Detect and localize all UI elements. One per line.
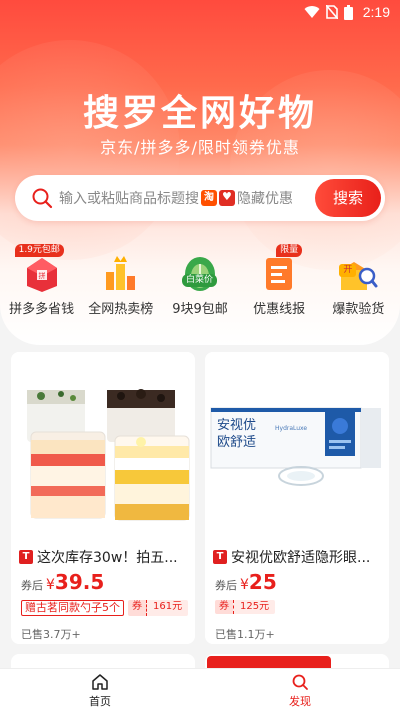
coupon-label: 券	[128, 600, 146, 616]
product-title[interactable]: T 这次库存30w！拍五...	[19, 547, 191, 567]
no-sim-icon	[325, 5, 338, 19]
category-label: 优惠线报	[253, 302, 306, 317]
tmall-icon: T	[213, 550, 227, 564]
battery-icon	[343, 4, 353, 20]
product-price: 券后 ¥ 25	[215, 570, 277, 594]
nav-label: 发现	[289, 694, 311, 708]
wifi-icon	[304, 6, 320, 19]
category-product-check[interactable]: 开 爆款验货	[319, 244, 397, 317]
gift-tag: 赠古茗同款勺子5个	[21, 600, 124, 616]
coupon-tag[interactable]: 券 161元	[128, 600, 189, 616]
category-badge: 1.9元包邮	[14, 244, 64, 257]
product-tags: 赠古茗同款勺子5个 券 161元	[21, 600, 189, 616]
search-placeholder-suffix: 隐藏优惠	[237, 191, 293, 207]
nav-discover[interactable]: 发现	[200, 669, 400, 712]
category-label: 全网热卖榜	[88, 302, 154, 317]
product-image[interactable]: 安视优 欧舒适 HydraLuxe	[205, 352, 389, 536]
category-deals-news[interactable]: 限量 优惠线报	[240, 244, 318, 317]
product-card[interactable]: 安视优 欧舒适 HydraLuxe T 安视优欧舒适隐形眼... 券后 ¥ 25…	[205, 352, 389, 644]
product-image[interactable]	[11, 352, 195, 536]
coupon-label: 券	[215, 600, 233, 614]
box-line-text: 欧舒适	[217, 435, 256, 450]
currency-symbol: ¥	[240, 577, 249, 593]
search-placeholder-text: 输入或粘贴商品标题搜	[59, 191, 199, 207]
search-button[interactable]: 搜索	[315, 179, 381, 217]
sold-count: 已售3.7万+	[21, 628, 81, 641]
nav-home[interactable]: 首页	[0, 669, 200, 712]
category-hot-ranking[interactable]: 全网热卖榜	[82, 244, 160, 317]
box-sub-text: HydraLuxe	[275, 425, 307, 432]
bottom-navigation: 首页 发现	[0, 668, 400, 712]
search-placeholder[interactable]: 输入或粘贴商品标题搜 淘 隐藏优惠	[59, 188, 293, 208]
product-title-text: 安视优欧舒适隐形眼...	[231, 550, 371, 566]
clock: 2:19	[362, 4, 390, 20]
box-brand-text: 安视优	[217, 418, 256, 433]
product-title[interactable]: T 安视优欧舒适隐形眼...	[213, 547, 385, 567]
svg-text:拼: 拼	[38, 271, 45, 280]
category-label: 9块9包邮	[172, 302, 228, 317]
search-bar[interactable]: 输入或粘贴商品标题搜 淘 隐藏优惠 搜索	[15, 175, 385, 221]
category-label: 爆款验货	[332, 302, 385, 317]
magnifier-box-icon: 开	[337, 252, 379, 294]
currency-symbol: ¥	[46, 577, 55, 593]
tmall-icon: T	[19, 550, 33, 564]
category-nine-nine[interactable]: 白菜价 9块9包邮	[161, 244, 239, 317]
search-icon	[32, 188, 53, 209]
price-prefix: 券后	[21, 579, 43, 592]
product-title-text: 这次库存30w！拍五...	[37, 550, 178, 566]
pinduoduo-icon	[219, 190, 235, 206]
price-prefix: 券后	[215, 579, 237, 592]
price-value: 25	[248, 570, 277, 594]
price-value: 39.5	[54, 570, 105, 594]
product-price: 券后 ¥ 39.5	[21, 570, 104, 594]
status-bar: 2:19	[0, 0, 400, 24]
taobao-icon: 淘	[201, 190, 217, 206]
pinduoduo-gift-icon: 拼 1.9元包邮	[14, 244, 64, 294]
coupon-value: 125元	[233, 600, 276, 614]
search-icon	[292, 674, 308, 690]
category-badge: 开	[339, 264, 357, 277]
category-row: 拼 1.9元包邮 拼多多省钱 全网热卖榜 白菜价 9块9包邮 限量 优惠线报 开…	[0, 244, 400, 317]
bar-chart-crown-icon	[100, 252, 142, 294]
home-icon	[92, 673, 108, 690]
product-card[interactable]: T 这次库存30w！拍五... 券后 ¥ 39.5 赠古茗同款勺子5个 券 16…	[11, 352, 195, 644]
sold-count: 已售1.1万+	[215, 628, 275, 641]
product-tags: 券 125元	[215, 600, 276, 614]
category-badge: 限量	[276, 244, 303, 257]
category-pinduoduo-save[interactable]: 拼 1.9元包邮 拼多多省钱	[3, 244, 81, 317]
hero-banner: 2:19 搜罗全网好物 京东/拼多多/限时领券优惠 输入或粘贴商品标题搜 淘 隐…	[0, 0, 400, 345]
category-label: 拼多多省钱	[9, 302, 75, 317]
nav-label: 首页	[89, 694, 111, 708]
page-subtitle: 京东/拼多多/限时领券优惠	[100, 138, 300, 157]
coupon-tag[interactable]: 券 125元	[215, 600, 276, 614]
coupon-value: 161元	[146, 600, 189, 616]
cabbage-icon: 白菜价	[179, 252, 221, 294]
page-title: 搜罗全网好物	[82, 93, 317, 134]
category-badge: 白菜价	[181, 274, 217, 287]
coupon-document-icon: 限量	[258, 244, 303, 294]
